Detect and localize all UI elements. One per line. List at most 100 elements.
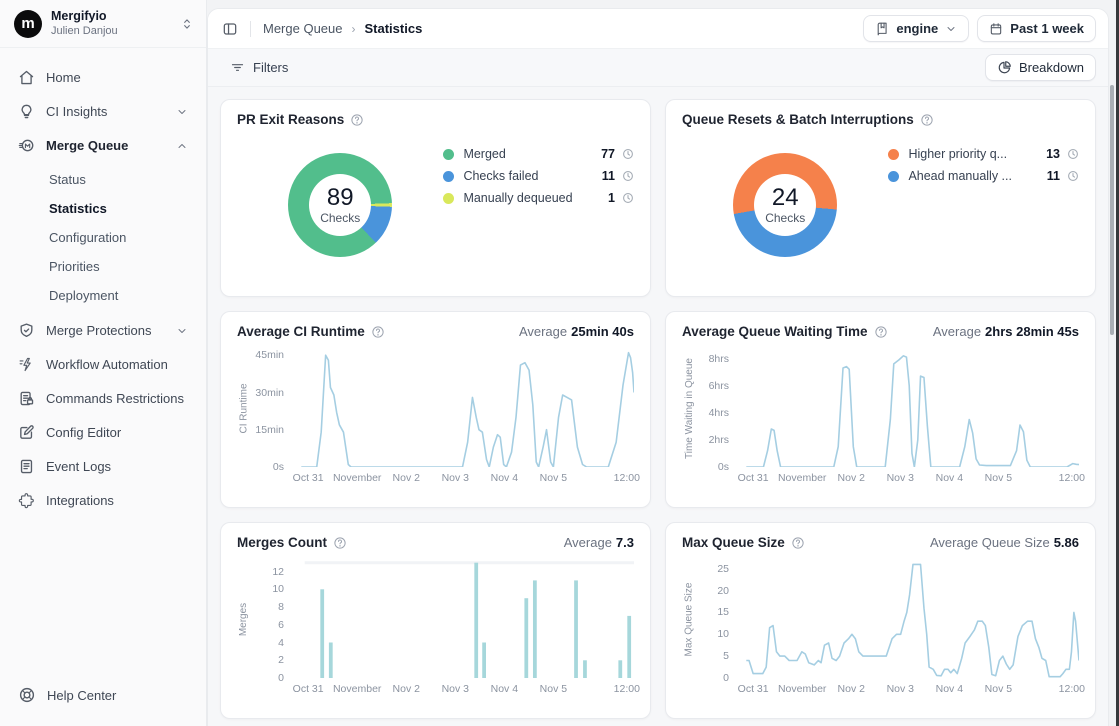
sidebar-toggle-icon[interactable] — [222, 21, 238, 37]
x-tick: Nov 4 — [491, 683, 518, 695]
y-tick: 6 — [278, 619, 284, 631]
sidebar-item-workflow-automation[interactable]: Workflow Automation — [10, 349, 196, 380]
x-tick: Nov 2 — [838, 472, 865, 484]
y-tick: 0s — [718, 461, 729, 473]
filter-bar: Filters Breakdown — [208, 49, 1108, 87]
bar — [574, 580, 578, 678]
legend-label: Checks failed — [463, 169, 593, 183]
card-title: Average CI Runtime — [237, 324, 385, 339]
card-average-ci-runtime: Average CI RuntimeAverage25min 40sCI Run… — [220, 311, 651, 508]
home-icon — [18, 69, 35, 86]
bar — [627, 616, 631, 678]
org-name: Mergifyio — [51, 9, 171, 25]
sidebar-item-integrations[interactable]: Integrations — [10, 485, 196, 516]
legend-value: 11 — [602, 169, 615, 183]
average-value: Average Queue Size5.86 — [930, 535, 1079, 550]
history-icon[interactable] — [622, 192, 634, 204]
legend: Merged77Checks failed11Manually dequeued… — [443, 131, 634, 279]
x-tick: Nov 4 — [936, 683, 963, 695]
date-range-button[interactable]: Past 1 week — [977, 15, 1096, 42]
sidebar-item-merge-queue[interactable]: Merge Queue — [10, 130, 196, 161]
y-tick: 25 — [717, 563, 729, 575]
average-value: Average2hrs 28min 45s — [933, 324, 1079, 339]
sidebar-item-ci-insights[interactable]: CI Insights — [10, 96, 196, 127]
x-tick: Nov 3 — [887, 683, 914, 695]
merge-queue-icon — [18, 137, 35, 154]
help-tooltip-icon[interactable] — [371, 325, 385, 339]
donut-center: 24Checks — [754, 174, 816, 236]
y-tick: 8hrs — [709, 353, 729, 365]
y-tick: 30min — [255, 387, 284, 399]
sidebar-subitem-statistics[interactable]: Statistics — [10, 195, 196, 222]
sidebar-item-label: CI Insights — [46, 104, 165, 119]
help-center-label: Help Center — [47, 688, 116, 703]
filters-button[interactable]: Filters — [222, 55, 296, 80]
sidebar-item-event-logs[interactable]: Event Logs — [10, 451, 196, 482]
bar — [583, 660, 587, 678]
history-icon[interactable] — [1067, 170, 1079, 182]
y-axis-label: Max Queue Size — [682, 560, 696, 678]
filters-label: Filters — [253, 60, 288, 75]
help-tooltip-icon[interactable] — [350, 113, 364, 127]
topbar: Merge Queue › Statistics engine Past 1 w… — [208, 9, 1108, 49]
card-average-queue-waiting-time: Average Queue Waiting TimeAverage2hrs 28… — [665, 311, 1096, 508]
puzzle-icon — [18, 492, 35, 509]
org-switcher[interactable]: m Mergifyio Julien Danjou — [0, 0, 206, 48]
help-tooltip-icon[interactable] — [920, 113, 934, 127]
donut-total-label: Checks — [765, 211, 805, 225]
breadcrumb-separator: › — [352, 22, 356, 36]
legend-value: 13 — [1046, 147, 1060, 161]
help-tooltip-icon[interactable] — [874, 325, 888, 339]
sidebar-item-merge-protections[interactable]: Merge Protections — [10, 315, 196, 346]
y-axis-ticks: 2520151050 — [696, 560, 736, 678]
card-max-queue-size: Max Queue Size Average Queue Size5.86 Max … — [665, 522, 1096, 719]
y-tick: 4 — [278, 637, 284, 649]
y-axis-ticks: 8hrs6hrs4hrs2hrs0s — [696, 349, 736, 467]
sidebar-item-config-editor[interactable]: Config Editor — [10, 417, 196, 448]
y-tick: 10 — [272, 583, 284, 595]
sidebar-subitem-configuration[interactable]: Configuration — [10, 224, 196, 251]
donut-chart: 89Checks — [237, 131, 443, 279]
sidebar-item-label: Event Logs — [46, 459, 188, 474]
help-tooltip-icon[interactable] — [333, 536, 347, 550]
topbar-divider — [250, 21, 251, 37]
x-axis-ticks: Oct 31NovemberNov 2Nov 3Nov 4Nov 512:00 — [291, 683, 634, 697]
org-user: Julien Danjou — [51, 25, 171, 39]
y-tick: 20 — [717, 585, 729, 597]
sidebar-item-home[interactable]: Home — [10, 62, 196, 93]
scrollbar-thumb[interactable] — [1110, 85, 1114, 335]
sidebar-item-label: Merge Queue — [46, 138, 165, 153]
sidebar-item-help-center[interactable]: Help Center — [0, 674, 206, 726]
main-panel: Merge Queue › Statistics engine Past 1 w… — [207, 8, 1109, 726]
x-tick: Oct 31 — [738, 683, 769, 695]
history-icon[interactable] — [1067, 148, 1079, 160]
sidebar-subitem-deployment[interactable]: Deployment — [10, 282, 196, 309]
sidebar-subitem-status[interactable]: Status — [10, 166, 196, 193]
help-tooltip-icon[interactable] — [791, 536, 805, 550]
x-tick: Nov 3 — [442, 472, 469, 484]
line-plot: Oct 31NovemberNov 2Nov 3Nov 4Nov 512:00 — [736, 560, 1079, 678]
history-icon[interactable] — [622, 148, 634, 160]
y-axis-label: Merges — [237, 560, 251, 678]
card-pr-exit-reasons: PR Exit Reasons89ChecksMerged77Checks fa… — [220, 99, 651, 297]
line-plot: Oct 31NovemberNov 2Nov 3Nov 4Nov 512:00 — [736, 349, 1079, 467]
lifebuoy-icon — [18, 686, 36, 704]
legend-item-higher-priority-q: Higher priority q...13 — [888, 147, 1079, 161]
legend-item-checks-failed: Checks failed 11 — [443, 169, 634, 183]
history-icon[interactable] — [622, 170, 634, 182]
bar — [618, 660, 622, 678]
chevron-down-icon — [945, 23, 957, 35]
repo-select[interactable]: engine — [863, 15, 969, 42]
y-tick: 10 — [717, 628, 729, 640]
breadcrumb-merge-queue[interactable]: Merge Queue — [263, 21, 343, 36]
sidebar-subitem-priorities[interactable]: Priorities — [10, 253, 196, 280]
y-axis-label: Time Waiting in Queue — [682, 349, 696, 467]
card-queue-resets-batch-interruptions: Queue Resets & Batch Interruptions24Chec… — [665, 99, 1096, 297]
bar — [482, 643, 486, 679]
y-axis-ticks: 45min30min15min0s — [251, 349, 291, 467]
sidebar-item-commands-restrictions[interactable]: Commands Restrictions — [10, 383, 196, 414]
legend-value: 77 — [601, 147, 615, 161]
breakdown-button[interactable]: Breakdown — [985, 54, 1096, 81]
card-title: Max Queue Size — [682, 535, 805, 550]
sidebar-item-label: Home — [46, 70, 188, 85]
